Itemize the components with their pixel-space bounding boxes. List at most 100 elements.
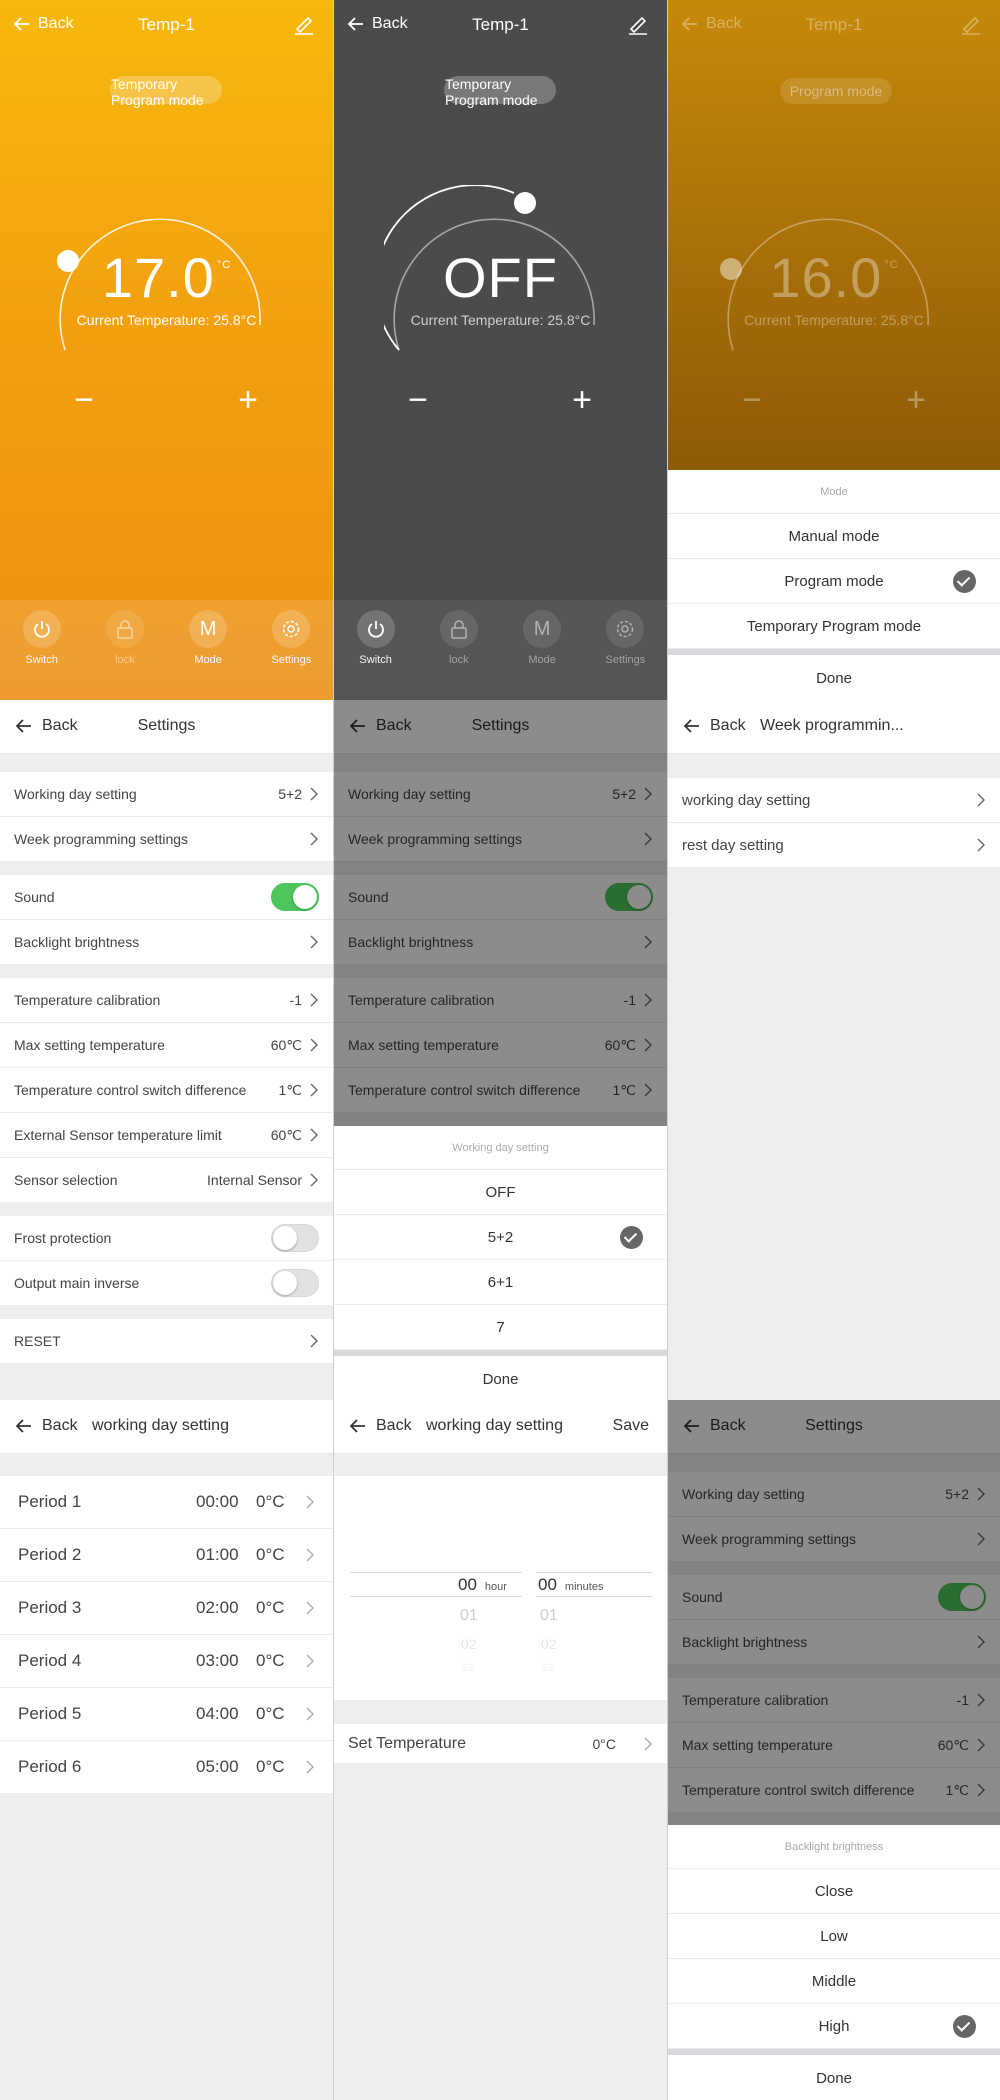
- edit-icon[interactable]: [293, 14, 315, 36]
- backlight-option-close[interactable]: Close: [668, 1869, 1000, 1914]
- working-day-option-7[interactable]: 7: [334, 1305, 667, 1350]
- back-label: Back: [706, 15, 742, 32]
- nav-settings[interactable]: Settings: [261, 610, 321, 700]
- power-icon: [367, 621, 384, 638]
- edit-icon[interactable]: [627, 14, 649, 36]
- row-week-programming[interactable]: Week programming settings: [0, 817, 333, 862]
- nav-mode[interactable]: M Mode: [512, 610, 572, 700]
- period-row-4[interactable]: Period 4 03:00 0°C: [0, 1635, 333, 1688]
- back-button[interactable]: Back: [348, 15, 408, 33]
- period-row-3[interactable]: Period 3 02:00 0°C: [0, 1582, 333, 1635]
- row-rest-day-setting[interactable]: rest day setting: [668, 823, 1000, 868]
- page-title: working day setting: [92, 1417, 229, 1434]
- backlight-option-middle[interactable]: Middle: [668, 1959, 1000, 2004]
- hour-wheel[interactable]: 00 hour: [458, 1575, 507, 1595]
- back-button[interactable]: Back: [16, 717, 78, 735]
- set-temperature: 16.0 °C: [769, 246, 899, 309]
- done-button[interactable]: Done: [334, 1356, 667, 1400]
- nav-bar: Back Settings: [0, 700, 333, 754]
- row-max-temp[interactable]: Max setting temperature 60℃: [0, 1023, 333, 1068]
- nav-settings[interactable]: Settings: [595, 610, 655, 700]
- top-bar: Back Temp-1: [334, 0, 667, 52]
- period-row-2[interactable]: Period 2 01:00 0°C: [0, 1529, 333, 1582]
- backlight-option-low[interactable]: Low: [668, 1914, 1000, 1959]
- output-toggle[interactable]: [271, 1269, 319, 1297]
- increase-button[interactable]: +: [562, 380, 602, 420]
- gear-icon: [283, 620, 300, 638]
- back-label: Back: [372, 15, 408, 32]
- increase-button[interactable]: +: [228, 380, 268, 420]
- set-temperature: 17.0 °C: [101, 246, 232, 309]
- working-day-option-6-1[interactable]: 6+1: [334, 1260, 667, 1305]
- mode-option-manual[interactable]: Manual mode: [668, 514, 1000, 559]
- save-button[interactable]: Save: [613, 1417, 649, 1435]
- minutes-wheel[interactable]: 00 minutes: [538, 1575, 603, 1595]
- lock-icon: [451, 620, 467, 639]
- row-sensor-selection[interactable]: Sensor selection Internal Sensor: [0, 1158, 333, 1203]
- panel-divider: [333, 0, 334, 2100]
- nav-switch[interactable]: Switch: [12, 610, 72, 700]
- back-button[interactable]: Back: [14, 15, 74, 33]
- mode-badge[interactable]: Temporary Program mode: [110, 76, 222, 108]
- row-switch-difference[interactable]: Temperature control switch difference 1℃: [0, 1068, 333, 1113]
- row-working-day[interactable]: Working day setting 5+2: [0, 772, 333, 817]
- arrow-left-icon: [348, 17, 363, 31]
- settings-screen: Back Settings Working day setting 5+2 Wee…: [0, 700, 333, 1400]
- increase-button[interactable]: +: [896, 380, 936, 420]
- working-day-periods-screen: Back working day setting Period 1 00:00 0°…: [0, 1400, 333, 2100]
- back-button[interactable]: Back: [682, 15, 742, 33]
- period-row-1[interactable]: Period 1 00:00 0°C: [0, 1476, 333, 1529]
- time-picker[interactable]: 00 hour 01 02 03 00 minutes 01 02 03: [334, 1476, 667, 1700]
- decrease-button[interactable]: −: [398, 380, 438, 420]
- mode-selection-screen: Back Temp-1 Program mode 16.0 °C Current …: [668, 0, 1000, 700]
- dial-knob[interactable]: [514, 192, 536, 214]
- power-icon: [33, 621, 50, 638]
- backlight-option-high[interactable]: High: [668, 2004, 1000, 2049]
- minutes-next-2: 02: [541, 1636, 557, 1652]
- current-temperature: Current Temperature: 25.8°C: [76, 312, 257, 328]
- working-day-picker-screen: Back Settings Working day setting 5+2 Wee…: [334, 700, 667, 1400]
- mode-option-temporary[interactable]: Temporary Program mode: [668, 604, 1000, 649]
- hour-next-3: 03: [461, 1662, 474, 1674]
- arrow-left-icon: [684, 719, 699, 733]
- current-temperature: Current Temperature: 25.8°C: [410, 312, 591, 328]
- decrease-button[interactable]: −: [732, 380, 772, 420]
- nav-switch[interactable]: Switch: [346, 610, 406, 700]
- row-set-temperature[interactable]: Set Temperature 0°C: [334, 1724, 667, 1764]
- period-row-5[interactable]: Period 5 04:00 0°C: [0, 1688, 333, 1741]
- panel-divider: [667, 0, 668, 2100]
- nav-lock[interactable]: lock: [429, 610, 489, 700]
- working-day-option-5-2[interactable]: 5+2: [334, 1215, 667, 1260]
- nav-mode[interactable]: M Mode: [178, 610, 238, 700]
- back-button[interactable]: Back: [684, 717, 746, 735]
- done-button[interactable]: Done: [668, 655, 1000, 700]
- row-external-limit[interactable]: External Sensor temperature limit 60℃: [0, 1113, 333, 1158]
- frost-toggle[interactable]: [271, 1224, 319, 1252]
- arrow-left-icon: [14, 17, 29, 31]
- backlight-sheet: Backlight brightness Close Low Middle Hi…: [668, 1825, 1000, 2100]
- mode-option-program[interactable]: Program mode: [668, 559, 1000, 604]
- working-day-option-off[interactable]: OFF: [334, 1170, 667, 1215]
- chevron-right-icon: [310, 1173, 318, 1187]
- row-temp-calibration[interactable]: Temperature calibration -1: [0, 978, 333, 1023]
- nav-bar: Back working day setting Save: [334, 1400, 667, 1454]
- back-label: Back: [42, 717, 78, 734]
- row-reset[interactable]: RESET: [0, 1319, 333, 1364]
- edit-icon[interactable]: [960, 14, 982, 36]
- chevron-right-icon: [310, 1038, 318, 1052]
- nav-bar: Back Week programmin...: [668, 700, 1000, 754]
- mode-badge[interactable]: Temporary Program mode: [444, 76, 556, 108]
- mode-badge[interactable]: Program mode: [780, 78, 892, 104]
- row-frost-protection: Frost protection: [0, 1216, 333, 1261]
- nav-lock[interactable]: lock: [95, 610, 155, 700]
- back-button[interactable]: Back: [350, 1417, 412, 1435]
- chevron-right-icon: [977, 838, 985, 852]
- done-button[interactable]: Done: [668, 2055, 1000, 2100]
- sound-toggle[interactable]: [271, 883, 319, 911]
- back-button[interactable]: Back: [16, 1417, 78, 1435]
- row-working-day-setting[interactable]: working day setting: [668, 778, 1000, 823]
- period-row-6[interactable]: Period 6 05:00 0°C: [0, 1741, 333, 1794]
- decrease-button[interactable]: −: [64, 380, 104, 420]
- chevron-right-icon: [306, 1654, 314, 1668]
- row-backlight[interactable]: Backlight brightness: [0, 920, 333, 965]
